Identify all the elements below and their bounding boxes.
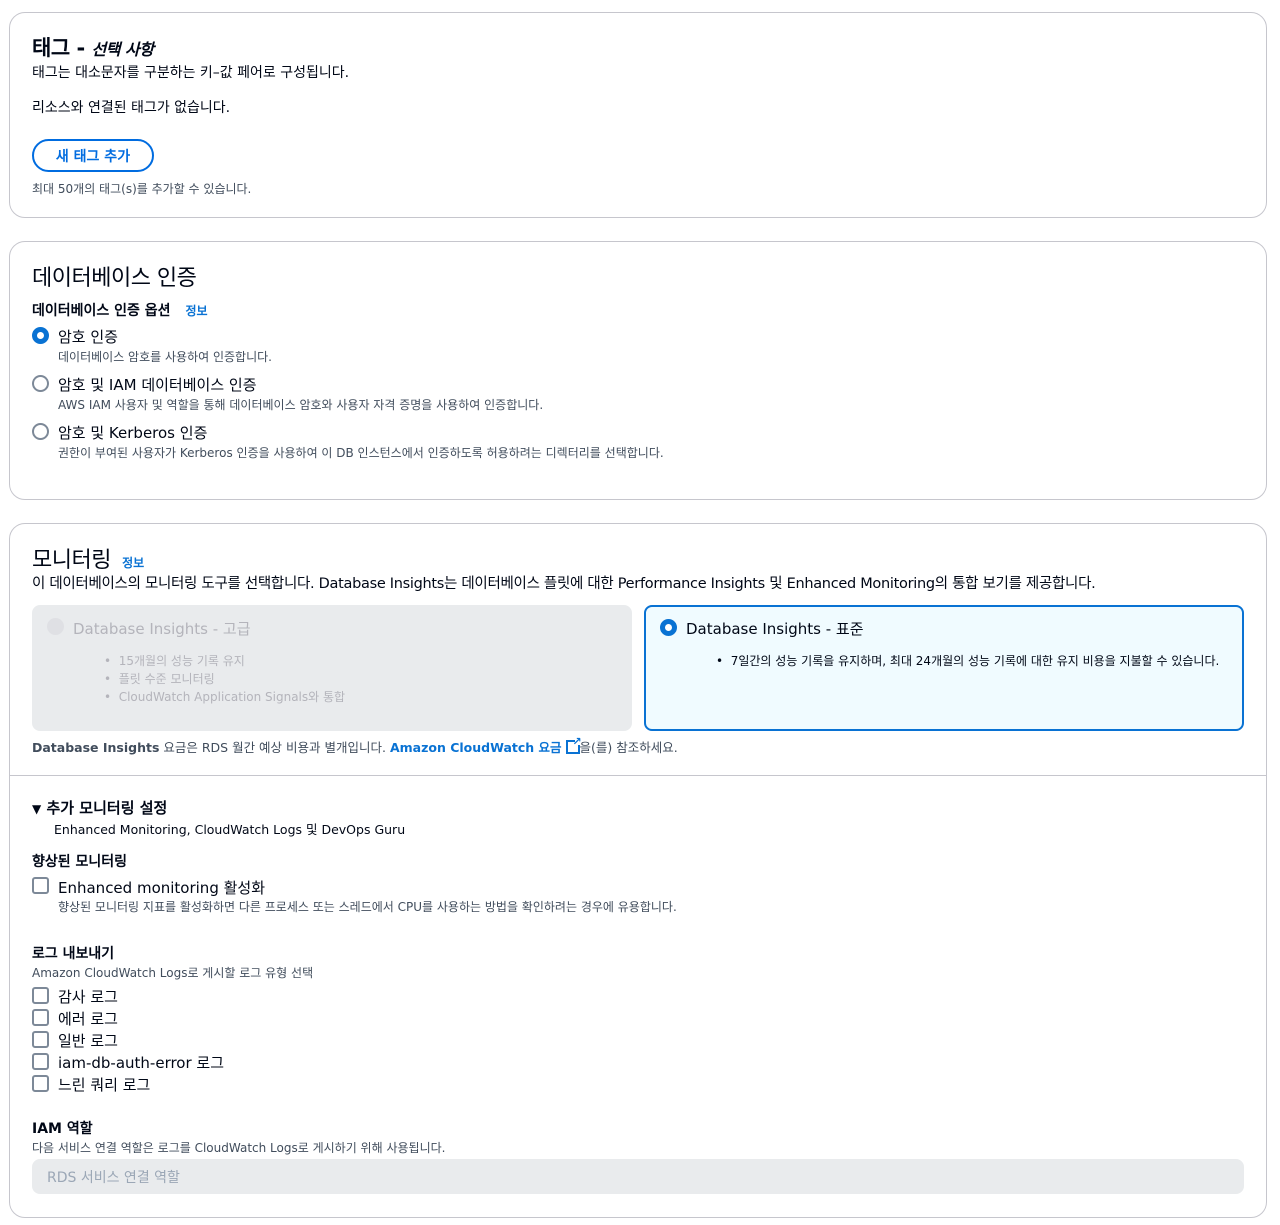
- db-auth-options-label: 데이터베이스 인증 옵션 정보: [32, 303, 208, 319]
- insights-advanced-bullet: • CloudWatch Application Signals와 통합: [104, 690, 346, 704]
- log-iam-db-auth-error-label[interactable]: iam-db-auth-error 로그: [58, 1052, 224, 1073]
- log-slow-query-label[interactable]: 느린 쿼리 로그: [58, 1074, 150, 1095]
- option-iam-auth-label[interactable]: 암호 및 IAM 데이터베이스 인증: [58, 374, 257, 395]
- iam-role-label: IAM 역할: [32, 1121, 93, 1137]
- insights-advanced-label: Database Insights - 고급: [73, 620, 251, 638]
- radio-insights-standard[interactable]: [660, 619, 677, 636]
- log-export-label: 로그 내보내기: [32, 946, 115, 962]
- enhanced-monitoring-checkbox[interactable]: [32, 877, 49, 894]
- monitoring-description: 이 데이터베이스의 모니터링 도구를 선택합니다. Database Insig…: [32, 576, 1096, 592]
- tags-limit-text: 최대 50개의 태그(s)를 추가할 수 있습니다.: [32, 182, 252, 196]
- tags-description: 태그는 대소문자를 구분하는 키–값 페어로 구성됩니다.: [32, 65, 350, 81]
- monitoring-title: 모니터링: [32, 548, 111, 573]
- monitoring-title-row: 모니터링 정보: [32, 542, 144, 574]
- log-general-label[interactable]: 일반 로그: [58, 1030, 118, 1051]
- radio-password-auth[interactable]: [32, 327, 49, 344]
- enhanced-monitoring-checkbox-label[interactable]: Enhanced monitoring 활성화: [58, 877, 265, 898]
- caret-down-icon: ▼: [32, 802, 42, 816]
- enhanced-monitoring-desc: 향상된 모니터링 지표를 활성화하면 다른 프로세스 또는 스레드에서 CPU를…: [58, 900, 677, 914]
- iam-role-desc: 다음 서비스 연결 역할은 로그를 CloudWatch Logs로 게시하기 …: [32, 1141, 446, 1155]
- log-error-checkbox[interactable]: [32, 1009, 49, 1026]
- pricing-note: Database Insights 요금은 RDS 월간 예상 비용과 별개입니…: [32, 735, 678, 756]
- insights-standard-label[interactable]: Database Insights - 표준: [686, 618, 864, 639]
- option-password-auth-label[interactable]: 암호 인증: [58, 326, 118, 347]
- db-auth-title: 데이터베이스 인증: [32, 266, 197, 291]
- cloudwatch-pricing-link[interactable]: Amazon CloudWatch 요금: [390, 740, 562, 755]
- additional-settings-subtitle: Enhanced Monitoring, CloudWatch Logs 및 D…: [54, 822, 406, 837]
- enhanced-monitoring-label: 향상된 모니터링: [32, 854, 128, 870]
- iam-role-select: RDS 서비스 연결 역할: [32, 1159, 1244, 1194]
- insights-advanced-bullet: • 플릿 수준 모니터링: [104, 672, 215, 686]
- option-kerberos-auth-desc: 권한이 부여된 사용자가 Kerberos 인증을 사용하여 이 DB 인스턴스…: [58, 446, 664, 460]
- radio-kerberos-auth[interactable]: [32, 423, 49, 440]
- external-link-icon: [565, 735, 582, 754]
- tags-title: 태그 - 선택 사항: [32, 36, 154, 60]
- log-export-desc: Amazon CloudWatch Logs로 게시할 로그 유형 선택: [32, 966, 314, 980]
- radio-insights-advanced: [47, 618, 64, 635]
- log-audit-checkbox[interactable]: [32, 987, 49, 1004]
- log-slow-query-checkbox[interactable]: [32, 1075, 49, 1092]
- log-general-checkbox[interactable]: [32, 1031, 49, 1048]
- option-iam-auth-desc: AWS IAM 사용자 및 역할을 통해 데이터베이스 암호와 사용자 자격 증…: [58, 398, 544, 412]
- radio-iam-auth[interactable]: [32, 375, 49, 392]
- additional-settings-toggle[interactable]: ▼ 추가 모니터링 설정: [32, 797, 167, 818]
- db-auth-panel: [9, 241, 1267, 500]
- insights-standard-bullet: • 7일간의 성능 기록을 유지하며, 최대 24개월의 성능 기록에 대한 유…: [716, 654, 1220, 668]
- log-audit-label[interactable]: 감사 로그: [58, 986, 118, 1007]
- section-divider: [10, 775, 1266, 776]
- tags-empty-text: 리소스와 연결된 태그가 없습니다.: [32, 100, 231, 116]
- option-password-auth-desc: 데이터베이스 암호를 사용하여 인증합니다.: [58, 350, 272, 364]
- option-kerberos-auth-label[interactable]: 암호 및 Kerberos 인증: [58, 422, 207, 443]
- log-error-label[interactable]: 에러 로그: [58, 1008, 118, 1029]
- add-tag-button[interactable]: 새 태그 추가: [32, 139, 154, 172]
- tags-title-optional: 선택 사항: [91, 40, 154, 59]
- insights-advanced-bullet: • 15개월의 성능 기록 유지: [104, 654, 245, 668]
- db-auth-info-link[interactable]: 정보: [185, 304, 207, 318]
- log-iam-db-auth-error-checkbox[interactable]: [32, 1053, 49, 1070]
- monitoring-info-link[interactable]: 정보: [122, 556, 144, 570]
